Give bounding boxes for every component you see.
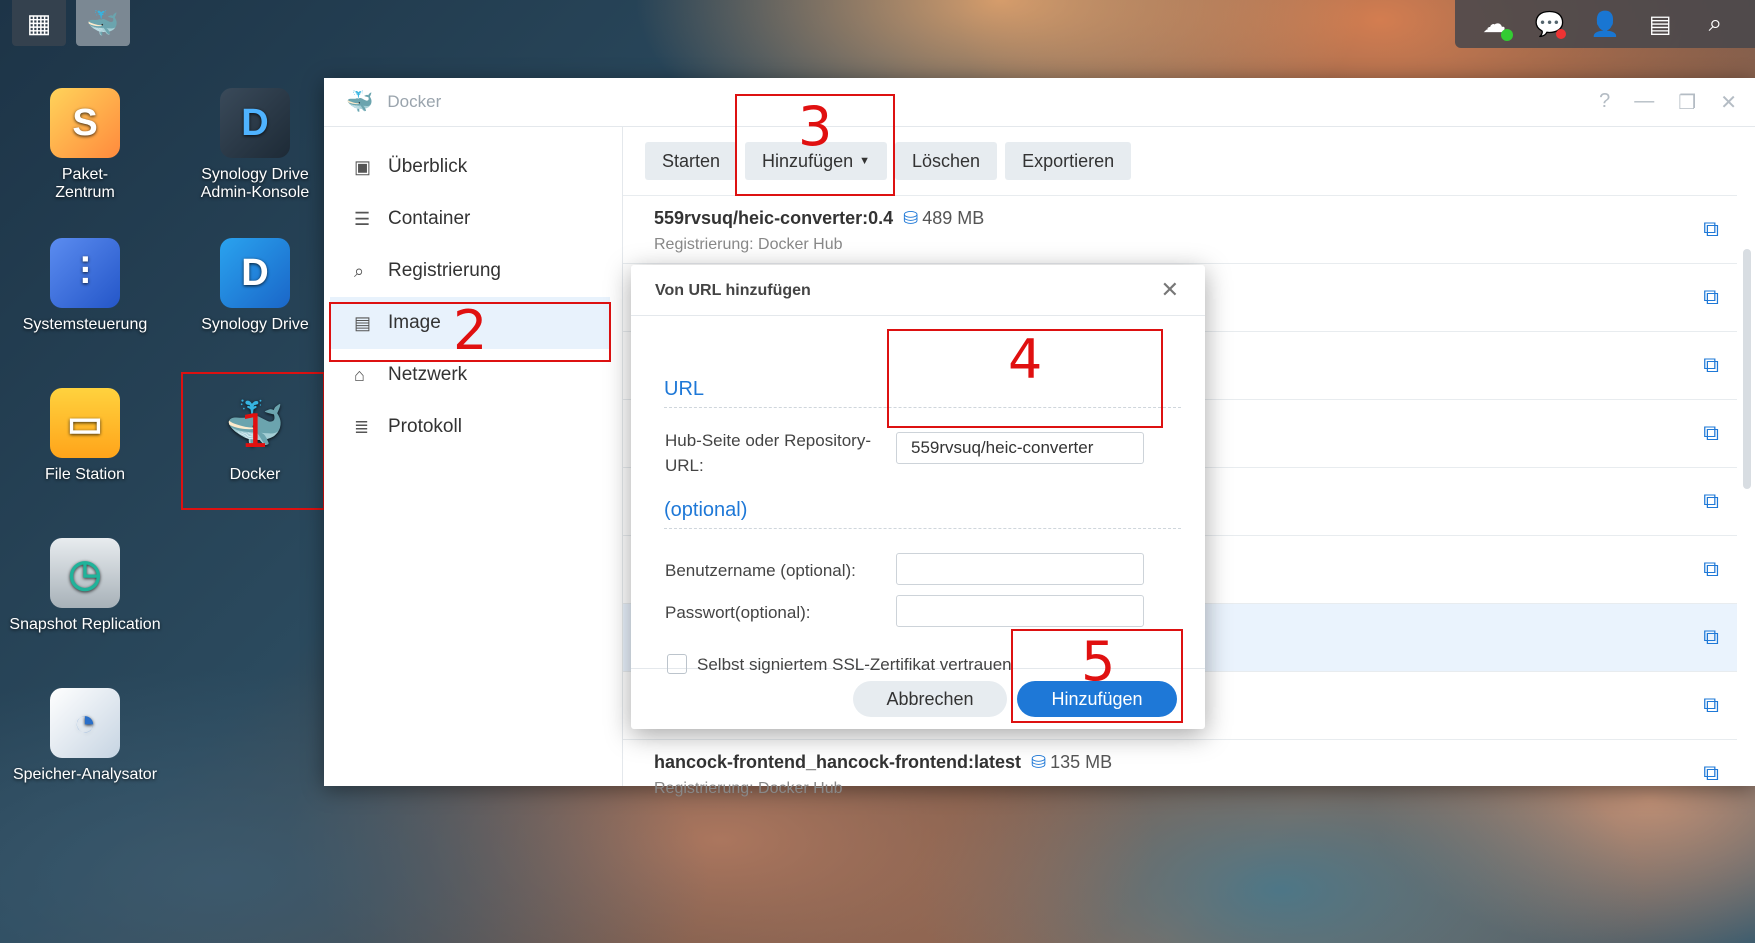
ssl-trust-label: Selbst signiertem SSL-Zertifikat vertrau… [697, 655, 1012, 674]
username-label: Benutzername (optional): [665, 561, 856, 580]
image-registry: Registrierung: Docker Hub [654, 236, 843, 253]
url-input[interactable]: 559rvsuq/heic-converter [896, 432, 1144, 464]
image-size: 489 MB [922, 208, 985, 228]
user-icon[interactable]: 👤 [1585, 10, 1625, 39]
control-panel-icon: ⫶ [50, 238, 120, 308]
container-icon: ☰ [354, 208, 371, 229]
open-external-icon[interactable]: ⧉ [1703, 488, 1719, 514]
chat-icon[interactable]: 💬 [1530, 10, 1570, 39]
help-icon[interactable]: ? [1599, 90, 1610, 115]
open-external-icon[interactable]: ⧉ [1703, 692, 1719, 718]
image-size: 135 MB [1050, 752, 1113, 772]
close-icon[interactable]: ✕ [1720, 90, 1737, 115]
annotation-4: 4 [1008, 328, 1043, 391]
grid-icon: ▦ [26, 7, 52, 38]
sidebar-item-log[interactable]: ≣ Protokoll [324, 401, 622, 453]
delete-button[interactable]: Löschen [895, 142, 998, 180]
password-label: Passwort(optional): [665, 603, 811, 622]
desktop-icon-control-panel[interactable]: ⫶ Systemsteuerung [0, 238, 170, 334]
username-input[interactable] [896, 553, 1144, 585]
snapshot-icon: ◷ [50, 538, 120, 608]
image-name: 559rvsuq/heic-converter:0.4 [654, 208, 894, 228]
cancel-button[interactable]: Abbrechen [853, 681, 1007, 717]
annotation-2: 2 [453, 299, 488, 362]
open-external-icon[interactable]: ⧉ [1703, 420, 1719, 446]
url-label: Hub-Seite oder Repository-URL: [665, 431, 871, 475]
taskbar-right: ☁ 💬 👤 ▤ ⌕ [1455, 0, 1755, 48]
storage-analyzer-icon: ◔ [50, 688, 120, 758]
image-name: hancock-frontend_hancock-frontend:latest [654, 752, 1022, 772]
ssl-trust-checkbox[interactable] [667, 654, 687, 674]
network-icon: ⌂ [354, 364, 365, 385]
annotation-5: 5 [1081, 630, 1116, 693]
docker-whale-icon: 🐳 [346, 89, 374, 114]
scrollbar[interactable] [1743, 249, 1751, 489]
docker-whale-icon: 🐳 [86, 7, 120, 38]
desktop-icon-synology-drive[interactable]: D Synology Drive [170, 238, 340, 334]
database-icon: ⛁ [1031, 752, 1047, 772]
open-external-icon[interactable]: ⧉ [1703, 556, 1719, 582]
desktop-icon-snapshot-replication[interactable]: ◷ Snapshot Replication [0, 538, 170, 634]
image-row[interactable]: hancock-frontend_hancock-frontend:latest… [623, 739, 1737, 808]
image-row[interactable]: 559rvsuq/heic-converter:0.4 ⛁ 489 MB Regis… [623, 195, 1737, 264]
password-input[interactable] [896, 595, 1144, 627]
widgets-icon[interactable]: ▤ [1640, 10, 1680, 39]
image-registry: Registrierung: Docker Hub [654, 780, 843, 797]
open-external-icon[interactable]: ⧉ [1703, 352, 1719, 378]
open-external-icon[interactable]: ⧉ [1703, 760, 1719, 786]
main-menu-button[interactable]: ▦ [12, 0, 66, 46]
sidebar-item-overview[interactable]: ▣ Überblick [324, 141, 622, 193]
open-external-icon[interactable]: ⧉ [1703, 216, 1719, 242]
window-controls: ? — ❐ ✕ [1599, 90, 1737, 115]
open-external-icon[interactable]: ⧉ [1703, 624, 1719, 650]
sidebar-item-container[interactable]: ☰ Container [324, 193, 622, 245]
synology-drive-icon: D [220, 238, 290, 308]
annotation-3: 3 [798, 95, 833, 158]
window-titlebar: 🐳 Docker [324, 78, 1755, 127]
minimize-icon[interactable]: — [1634, 90, 1654, 115]
desktop-icon-drive-admin[interactable]: D Synology Drive Admin-Konsole [170, 88, 340, 202]
dialog-title: Von URL hinzufügen [655, 282, 811, 299]
cloud-sync-icon[interactable]: ☁ [1475, 10, 1515, 41]
registry-search-icon: ⌕ [354, 260, 365, 281]
log-icon: ≣ [354, 416, 370, 437]
search-icon[interactable]: ⌕ [1695, 10, 1735, 38]
open-external-icon[interactable]: ⧉ [1703, 284, 1719, 310]
drive-admin-icon: D [220, 88, 290, 158]
annotation-1: 1 [240, 404, 270, 458]
overview-icon: ▣ [354, 156, 372, 177]
desktop-icon-file-station[interactable]: ▭ File Station [0, 388, 170, 484]
folder-icon: ▭ [50, 388, 120, 458]
start-button[interactable]: Starten [645, 142, 738, 180]
sidebar: ▣ Überblick ☰ Container ⌕ Registrierung ▤ Im… [324, 127, 623, 786]
window-title: Docker [387, 92, 442, 111]
export-button[interactable]: Exportieren [1005, 142, 1132, 180]
section-optional-title: (optional) [664, 499, 1181, 529]
sidebar-item-registry[interactable]: ⌕ Registrierung [324, 245, 622, 297]
taskbar-left: ▦ 🐳 [12, 0, 130, 48]
dialog-close-icon[interactable]: ✕ [1161, 277, 1179, 303]
database-icon: ⛁ [903, 208, 919, 228]
taskbar-docker-button[interactable]: 🐳 [76, 0, 130, 46]
maximize-icon[interactable]: ❐ [1678, 90, 1696, 115]
package-center-icon: S [50, 88, 120, 158]
desktop-icon-storage-analyzer[interactable]: ◔ Speicher-Analysator [0, 688, 170, 784]
desktop-icon-package-center[interactable]: S Paket- Zentrum [0, 88, 170, 202]
